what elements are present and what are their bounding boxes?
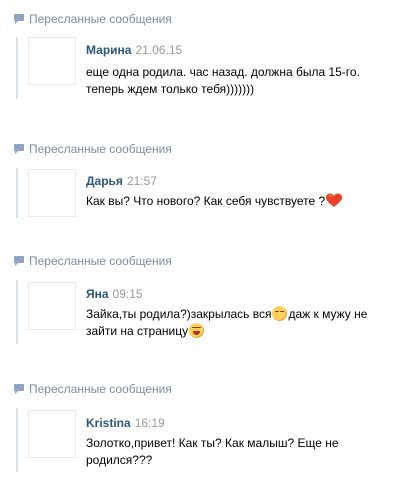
message-line: теперь ждем только тебя))))))) [86, 82, 255, 96]
avatar[interactable] [28, 282, 76, 330]
forwarded-message-2: Пересланные сообщения Дарья 21:57 Как вы?… [0, 110, 414, 230]
quote-bar [16, 280, 18, 344]
message-line: Как вы? Что нового? Как себя чувствуете … [86, 194, 326, 208]
forwarded-message-1: Пересланные сообщения Марина 21.06.15 еще… [0, 0, 414, 110]
author-name[interactable]: Марина [86, 43, 131, 57]
forwarded-header[interactable]: Пересланные сообщения [14, 254, 172, 268]
message-bubble-icon [14, 384, 24, 394]
avatar[interactable] [28, 410, 76, 458]
laughing-emoji-icon [189, 323, 205, 338]
message-text: Зайка,ты родила?)закрылась вся даж к мужу… [86, 306, 404, 340]
author-name[interactable]: Kristina [86, 416, 131, 430]
message-time[interactable]: 21:57 [127, 174, 157, 188]
author-name[interactable]: Дарья [86, 174, 123, 188]
forwarded-label: Пересланные сообщения [29, 254, 172, 268]
message-bubble-icon [14, 14, 24, 24]
forwarded-header[interactable]: Пересланные сообщения [14, 142, 172, 156]
message-fragment: зайти на страницу [86, 324, 189, 338]
message-text: Как вы? Что нового? Как себя чувствуете … [86, 193, 404, 210]
message-fragment: Зайка,ты родила?)закрылась вся [86, 307, 272, 321]
message-bubble-icon [14, 144, 24, 154]
author-name[interactable]: Яна [86, 287, 109, 301]
message-header: Яна 09:15 [86, 287, 143, 301]
message-line: родился??? [86, 453, 153, 467]
quote-bar [16, 168, 18, 218]
message-line: еще одна родила. час назад. должна была … [86, 65, 360, 79]
avatar[interactable] [28, 169, 76, 217]
message-bubble-icon [14, 256, 24, 266]
quote-bar [16, 408, 18, 472]
message-text: Золотко,привет! Как ты? Как малыш? Еще н… [86, 435, 404, 469]
quote-bar [16, 37, 18, 99]
avatar[interactable] [28, 37, 76, 85]
forwarded-label: Пересланные сообщения [29, 142, 172, 156]
message-time[interactable]: 21.06.15 [135, 43, 182, 57]
message-line: зайти на страницу [86, 323, 404, 340]
forwarded-label: Пересланные сообщения [29, 382, 172, 396]
message-header: Kristina 16:19 [86, 416, 165, 430]
message-text: еще одна родила. час назад. должна была … [86, 64, 404, 98]
message-time[interactable]: 09:15 [113, 287, 143, 301]
heart-icon [326, 193, 343, 207]
relieved-emoji-icon [272, 306, 288, 321]
forwarded-header[interactable]: Пересланные сообщения [14, 12, 172, 26]
forwarded-label: Пересланные сообщения [29, 12, 172, 26]
forwarded-header[interactable]: Пересланные сообщения [14, 382, 172, 396]
message-header: Марина 21.06.15 [86, 43, 182, 57]
message-line: Зайка,ты родила?)закрылась вся даж к мужу… [86, 306, 404, 323]
message-header: Дарья 21:57 [86, 174, 157, 188]
message-fragment: даж к мужу не [288, 307, 368, 321]
forwarded-message-3: Пересланные сообщения Яна 09:15 Зайка,ты … [0, 230, 414, 360]
forwarded-message-4: Пересланные сообщения Kristina 16:19 Золо… [0, 360, 414, 486]
message-time[interactable]: 16:19 [135, 416, 165, 430]
message-line: Золотко,привет! Как ты? Как малыш? Еще н… [86, 436, 339, 450]
